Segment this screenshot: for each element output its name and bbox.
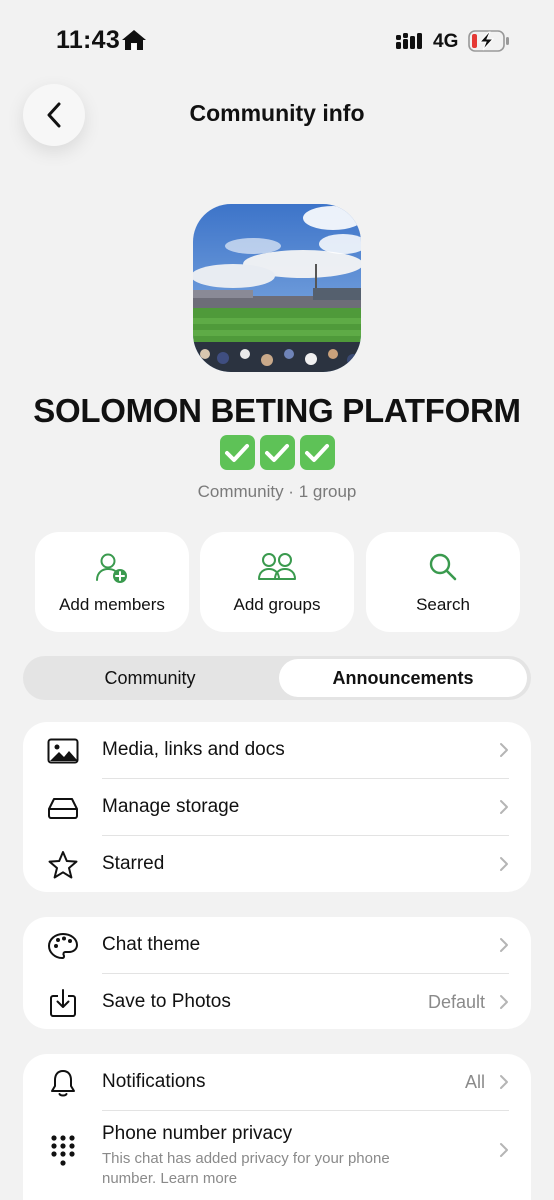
checkmark-icon xyxy=(219,435,255,470)
battery-icon xyxy=(468,30,510,57)
verified-checks xyxy=(0,435,554,470)
add-groups-button[interactable]: Add groups xyxy=(200,532,354,632)
storage-icon xyxy=(47,793,79,823)
row-label: Starred xyxy=(102,853,165,874)
row-label: Chat theme xyxy=(102,934,201,955)
row-label: Save to Photos xyxy=(102,991,231,1012)
chevron-right-icon xyxy=(499,799,509,820)
checkmark-icon xyxy=(259,435,295,470)
phone-number-privacy-row[interactable]: Phone number privacy This chat has added… xyxy=(23,1111,531,1191)
chevron-right-icon xyxy=(499,937,509,958)
manage-storage-row[interactable]: Manage storage xyxy=(23,779,531,836)
segmented-control: Community Announcements xyxy=(23,656,531,700)
media-links-docs-row[interactable]: Media, links and docs xyxy=(23,722,531,779)
dialpad-icon xyxy=(47,1135,79,1166)
save-to-photos-value: Default xyxy=(427,992,485,1012)
people-icon xyxy=(200,552,354,582)
row-label: Notifications xyxy=(102,1071,206,1092)
add-groups-label: Add groups xyxy=(233,595,321,614)
add-person-icon xyxy=(35,552,189,584)
add-members-label: Add members xyxy=(59,595,165,614)
row-description: This chat has added privacy for your pho… xyxy=(102,1150,390,1187)
search-label: Search xyxy=(416,595,470,614)
notification-settings-group: Notifications All Phone number privacy T… xyxy=(23,1054,531,1200)
chevron-right-icon xyxy=(499,856,509,877)
page-title: Community info xyxy=(189,100,365,126)
appearance-settings-group: Chat theme Save to Photos Default xyxy=(23,917,531,1029)
community-avatar[interactable] xyxy=(193,204,361,372)
chat-theme-row[interactable]: Chat theme xyxy=(23,917,531,974)
home-icon xyxy=(121,28,147,57)
tab-announcements[interactable]: Announcements xyxy=(279,659,527,697)
status-time: 11:43 xyxy=(56,26,121,54)
chevron-right-icon xyxy=(499,994,509,1015)
chevron-right-icon xyxy=(499,742,509,763)
palette-icon xyxy=(47,931,79,961)
image-icon xyxy=(47,736,79,766)
search-button[interactable]: Search xyxy=(366,532,520,632)
community-subtitle: Community · 1 group xyxy=(197,482,357,501)
row-label: Phone number privacy xyxy=(102,1123,293,1144)
notifications-value: All xyxy=(464,1072,485,1092)
save-to-photos-row[interactable]: Save to Photos Default xyxy=(23,974,531,1029)
network-label: 4G xyxy=(433,31,459,52)
download-icon xyxy=(47,988,79,1018)
status-bar: 11:43 4G xyxy=(0,0,554,84)
community-name: SOLOMON BETING PLATFORM xyxy=(33,392,521,429)
signal-icon xyxy=(396,32,426,55)
bell-icon xyxy=(47,1068,79,1098)
starred-row[interactable]: Starred xyxy=(23,836,531,892)
search-icon xyxy=(366,552,520,582)
media-settings-group: Media, links and docs Manage storage Sta… xyxy=(23,722,531,892)
notifications-row[interactable]: Notifications All xyxy=(23,1054,531,1111)
row-label: Media, links and docs xyxy=(102,739,285,760)
add-members-button[interactable]: Add members xyxy=(35,532,189,632)
row-label: Manage storage xyxy=(102,796,240,817)
star-icon xyxy=(47,850,79,880)
checkmark-icon xyxy=(299,435,335,470)
chevron-right-icon xyxy=(499,1074,509,1095)
tab-community[interactable]: Community xyxy=(23,656,277,700)
chevron-right-icon xyxy=(499,1142,509,1163)
